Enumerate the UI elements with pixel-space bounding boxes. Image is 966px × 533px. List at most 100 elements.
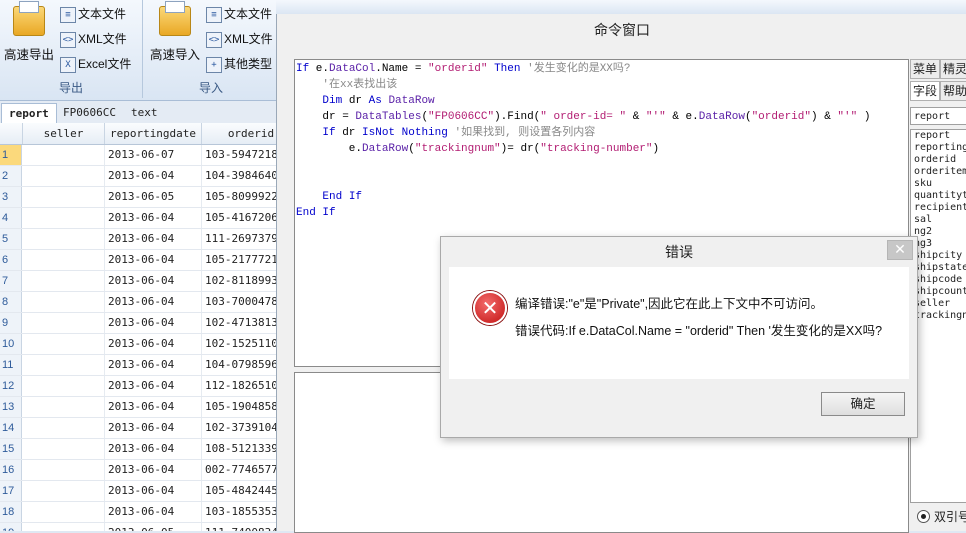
table-row[interactable]: 15 2013-06-04 108-5121339 [0,439,276,460]
cell-seller[interactable] [23,439,105,459]
field-item[interactable]: reporting [911,142,966,154]
field-item[interactable]: orderid [911,154,966,166]
cell-reportingdate[interactable]: 2013-06-04 [105,208,202,228]
field-item[interactable]: sku [911,178,966,190]
row-number[interactable]: 12 [0,376,22,396]
tab-fields[interactable]: 字段 [910,81,941,101]
cell-orderid[interactable]: 103-5947218 [202,145,276,165]
export-text-file-button[interactable]: ≡ 文本文件 [58,4,126,24]
field-item[interactable]: orderitem [911,166,966,178]
field-item[interactable]: shipcount [911,286,966,298]
cell-seller[interactable] [23,166,105,186]
close-button[interactable]: ✕ [887,240,913,260]
table-row[interactable]: 12 2013-06-04 112-1826510 [0,376,276,397]
table-row[interactable]: 10 2013-06-04 102-1525110 [0,334,276,355]
field-item[interactable]: quantityt [911,190,966,202]
row-number[interactable]: 9 [0,313,22,333]
tab-wizard[interactable]: 精灵 [940,59,966,79]
row-number[interactable]: 3 [0,187,22,207]
import-xml-file-button[interactable]: <> XML文件 [204,29,273,49]
row-number[interactable]: 10 [0,334,22,354]
export-xml-file-button[interactable]: <> XML文件 [58,29,127,49]
field-item[interactable]: recipient [911,202,966,214]
cell-orderid[interactable]: 102-1525110 [202,334,276,354]
cell-seller[interactable] [23,271,105,291]
row-number[interactable]: 4 [0,208,22,228]
code-text[interactable]: If e.DataCol.Name = "orderid" Then '发生变化… [296,61,870,221]
import-text-file-button[interactable]: ≡ 文本文件 [204,4,272,24]
cell-orderid[interactable]: 105-2177721 [202,250,276,270]
import-other-type-button[interactable]: + 其他类型 [204,54,272,74]
cell-orderid[interactable]: 105-1904858 [202,397,276,417]
cell-seller[interactable] [23,460,105,480]
table-row[interactable]: 6 2013-06-04 105-2177721 [0,250,276,271]
row-number[interactable]: 1 [0,145,22,165]
cell-seller[interactable] [23,502,105,522]
fast-import-button[interactable]: 高速导入 [146,1,204,64]
export-excel-file-button[interactable]: X Excel文件 [58,54,131,74]
cell-reportingdate[interactable]: 2013-06-04 [105,292,202,312]
cell-seller[interactable] [23,355,105,375]
cell-reportingdate[interactable]: 2013-06-07 [105,145,202,165]
cell-orderid[interactable]: 104-3984640 [202,166,276,186]
table-row[interactable]: 3 2013-06-05 105-8099922 [0,187,276,208]
cell-orderid[interactable]: 112-1826510 [202,376,276,396]
cell-orderid[interactable]: 105-4842445 [202,481,276,501]
row-number[interactable]: 15 [0,439,22,459]
cell-seller[interactable] [23,523,105,531]
cell-reportingdate[interactable]: 2013-06-04 [105,460,202,480]
cell-reportingdate[interactable]: 2013-06-04 [105,418,202,438]
table-row[interactable]: 9 2013-06-04 102-4713813 [0,313,276,334]
cell-orderid[interactable]: 111-7400834 [202,523,276,531]
table-row[interactable]: 13 2013-06-04 105-1904858 [0,397,276,418]
row-number[interactable]: 19 [0,523,22,531]
row-number[interactable]: 14 [0,418,22,438]
table-row[interactable]: 11 2013-06-04 104-0798596 [0,355,276,376]
field-item[interactable]: shipcity [911,250,966,262]
cell-reportingdate[interactable]: 2013-06-04 [105,313,202,333]
table-row[interactable]: 4 2013-06-04 105-4167206 [0,208,276,229]
row-number[interactable]: 7 [0,271,22,291]
cell-orderid[interactable]: 104-0798596 [202,355,276,375]
cell-seller[interactable] [23,187,105,207]
field-item[interactable]: sal [911,214,966,226]
row-number[interactable]: 5 [0,229,22,249]
cell-seller[interactable] [23,208,105,228]
field-item[interactable]: ng2 [911,226,966,238]
cell-seller[interactable] [23,334,105,354]
cell-orderid[interactable]: 103-1855353 [202,502,276,522]
column-header-seller[interactable]: seller [23,123,105,144]
fast-export-button[interactable]: 高速导出 [0,1,58,64]
table-row[interactable]: 8 2013-06-04 103-7000478 [0,292,276,313]
field-item[interactable]: shipcode [911,274,966,286]
cell-reportingdate[interactable]: 2013-06-04 [105,166,202,186]
cell-seller[interactable] [23,313,105,333]
field-item[interactable]: shipstate [911,262,966,274]
row-number[interactable]: 6 [0,250,22,270]
field-item[interactable]: report [911,130,966,142]
row-number[interactable]: 8 [0,292,22,312]
ok-button[interactable]: 确定 [821,392,905,416]
tab-fp0606cc[interactable]: FP0606CC [56,103,123,123]
field-list[interactable]: report reporting orderid orderitem sku quanti… [910,129,966,503]
table-row[interactable]: 14 2013-06-04 102-3739104 [0,418,276,439]
cell-reportingdate[interactable]: 2013-06-04 [105,271,202,291]
tab-menu[interactable]: 菜单 [910,59,941,79]
row-number[interactable]: 11 [0,355,22,375]
cell-orderid[interactable]: 102-4713813 [202,313,276,333]
cell-seller[interactable] [23,397,105,417]
cell-reportingdate[interactable]: 2013-06-04 [105,439,202,459]
cell-orderid[interactable]: 103-7000478 [202,292,276,312]
cell-seller[interactable] [23,418,105,438]
cell-seller[interactable] [23,376,105,396]
table-row[interactable]: 2 2013-06-04 104-3984640 [0,166,276,187]
double-quote-radio[interactable]: 双引号 [917,508,966,525]
table-row[interactable]: 1 2013-06-07 103-5947218 [0,145,276,166]
cell-seller[interactable] [23,229,105,249]
cell-reportingdate[interactable]: 2013-06-04 [105,250,202,270]
table-row[interactable]: 5 2013-06-04 111-2697379 [0,229,276,250]
cell-reportingdate[interactable]: 2013-06-04 [105,229,202,249]
tab-report[interactable]: report [1,103,57,124]
tab-help[interactable]: 帮助 [940,81,966,101]
cell-reportingdate[interactable]: 2013-06-04 [105,355,202,375]
